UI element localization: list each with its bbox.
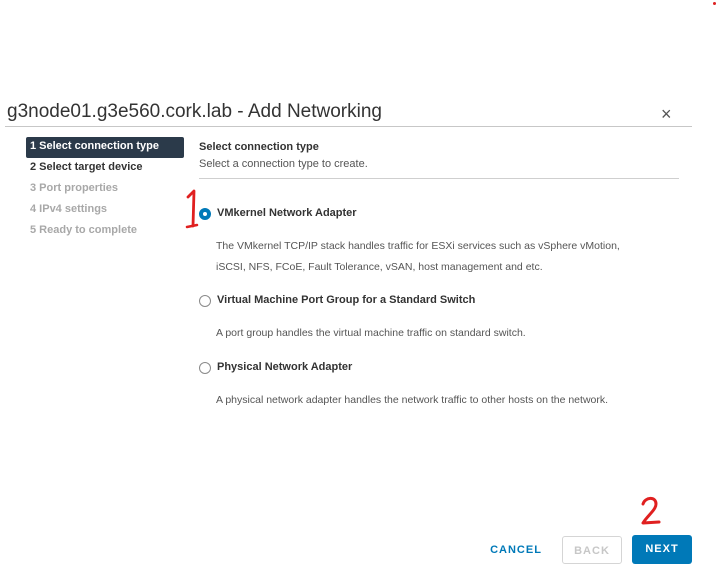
next-button[interactable]: NEXT [632, 535, 692, 564]
step-select-target-device[interactable]: 2 Select target device [26, 158, 184, 179]
vm-port-group-description: A port group handles the virtual machine… [216, 327, 526, 339]
step-select-connection-type[interactable]: 1 Select connection type [26, 137, 184, 158]
header-divider [199, 178, 679, 179]
title-divider [5, 126, 692, 127]
cancel-button[interactable]: CANCEL [483, 536, 549, 564]
vmkernel-description-line1: The VMkernel TCP/IP stack handles traffi… [216, 240, 620, 252]
physical-adapter-label[interactable]: Physical Network Adapter [217, 361, 352, 373]
vmkernel-description: The VMkernel TCP/IP stack handles traffi… [216, 236, 686, 278]
back-button[interactable]: BACK [562, 536, 622, 564]
annotation-marker-1 [185, 189, 199, 229]
vmkernel-description-line2: iSCSI, NFS, FCoE, Fault Tolerance, vSAN,… [216, 261, 543, 273]
annotation-marker-2 [641, 496, 661, 525]
dialog-title: g3node01.g3e560.cork.lab - Add Networkin… [7, 101, 382, 122]
step-ipv4-settings: 4 IPv4 settings [30, 203, 108, 215]
vm-port-group-label[interactable]: Virtual Machine Port Group for a Standar… [217, 294, 475, 306]
physical-adapter-radio[interactable] [199, 362, 211, 374]
annotation-dot [713, 2, 716, 5]
physical-adapter-description: A physical network adapter handles the n… [216, 394, 609, 406]
wizard-steps: 1 Select connection type 2 Select target… [26, 137, 184, 242]
step-port-properties: 3 Port properties [30, 182, 119, 194]
vm-port-group-radio[interactable] [199, 295, 211, 307]
step-ready-to-complete: 5 Ready to complete [30, 224, 137, 236]
vmkernel-label[interactable]: VMkernel Network Adapter [217, 207, 357, 219]
page-title: Select connection type [199, 141, 319, 153]
page-subtitle: Select a connection type to create. [199, 158, 368, 170]
close-icon[interactable]: × [661, 104, 672, 124]
